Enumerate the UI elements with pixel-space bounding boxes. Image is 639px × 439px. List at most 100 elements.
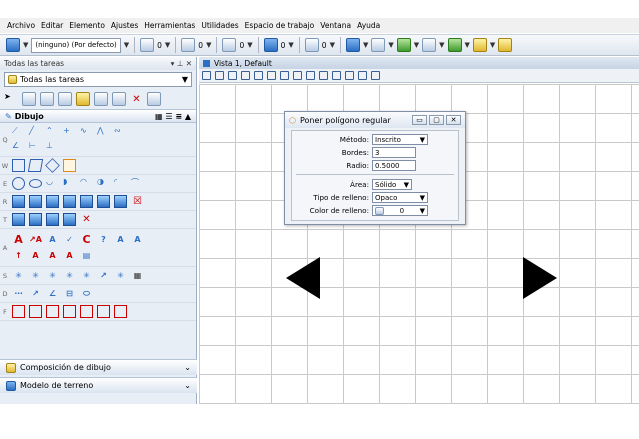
- dropdown-arrow-icon[interactable]: ▼: [206, 41, 211, 49]
- dibujo-section-header[interactable]: ✎ Dibujo ▦ ☰ ≡ ▲: [0, 109, 196, 123]
- bordes-input[interactable]: 3: [372, 147, 416, 158]
- place-note-icon[interactable]: ↗A: [29, 233, 42, 246]
- task-selector[interactable]: Todas las tareas ▼: [4, 72, 192, 87]
- place-text-node-icon[interactable]: ▤: [80, 249, 93, 262]
- place-named-boundary-icon[interactable]: [97, 305, 110, 318]
- place-cell-icon[interactable]: [12, 213, 25, 226]
- dropdown-arrow-icon[interactable]: ▼: [363, 41, 368, 49]
- zoom-out-icon[interactable]: [267, 71, 276, 80]
- text-styles-icon[interactable]: C: [80, 233, 93, 246]
- place-half-ellipse-icon[interactable]: ◗: [63, 177, 76, 190]
- match-text-attributes-icon[interactable]: A: [114, 233, 127, 246]
- attributes-icon[interactable]: [345, 38, 360, 52]
- angle-icon[interactable]: ∠: [12, 141, 25, 154]
- display-style-icon[interactable]: [215, 71, 224, 80]
- minimize-button[interactable]: ▭: [412, 115, 427, 125]
- window-area-icon[interactable]: [280, 71, 289, 80]
- increment-text-icon[interactable]: ↑: [12, 249, 25, 262]
- dimension-table-icon[interactable]: ▦: [131, 269, 144, 282]
- match-pattern-attributes-icon[interactable]: [97, 195, 110, 208]
- display-styles-icon[interactable]: [447, 38, 462, 52]
- delete-icon[interactable]: ✕: [130, 93, 143, 106]
- place-orthogonal-shape-icon[interactable]: [45, 158, 60, 173]
- drop-cell-icon[interactable]: ✕: [80, 213, 93, 226]
- measure-icon[interactable]: [112, 92, 126, 106]
- modify-arc-angle-icon[interactable]: ◜: [114, 177, 127, 190]
- line-style-icon[interactable]: [181, 38, 196, 52]
- change-text-attributes-icon[interactable]: A: [131, 233, 144, 246]
- chevron-down-icon[interactable]: ▼: [182, 75, 188, 84]
- color-icon[interactable]: [140, 38, 155, 52]
- fill-in-enter-data-field-icon[interactable]: A: [63, 249, 76, 262]
- dimension-ordinates-icon[interactable]: ✳: [80, 269, 93, 282]
- place-dimension-angle-icon[interactable]: ∠: [46, 287, 59, 300]
- composicion-de-dibujo-section[interactable]: Composición de dibujo ⌄: [0, 359, 197, 375]
- place-line-icon[interactable]: ╱: [29, 126, 42, 139]
- change-attributes-icon[interactable]: [94, 92, 108, 106]
- place-stream-icon[interactable]: ∿: [80, 126, 93, 139]
- place-plan-callout-icon[interactable]: [63, 305, 76, 318]
- construct-icon[interactable]: ⊢: [29, 141, 42, 154]
- dropdown-arrow-icon[interactable]: ▼: [465, 41, 470, 49]
- hatch-area-icon[interactable]: [12, 195, 25, 208]
- dropdown-arrow-icon[interactable]: ▼: [288, 41, 293, 49]
- copy-view-icon[interactable]: [358, 71, 367, 80]
- raster-icon[interactable]: [422, 38, 437, 52]
- dimension-element-icon[interactable]: ✳: [12, 269, 25, 282]
- metodo-select[interactable]: Inscrito ▼: [372, 134, 428, 145]
- rotate-view-icon[interactable]: [306, 71, 315, 80]
- select-and-place-cell-icon[interactable]: [46, 213, 59, 226]
- place-point-icon[interactable]: +: [63, 126, 76, 139]
- place-arc-icon[interactable]: ◡: [46, 177, 59, 190]
- clip-volume-icon[interactable]: [371, 71, 380, 80]
- place-section-callout-icon[interactable]: [29, 305, 42, 318]
- copy-enter-data-field-icon[interactable]: A: [46, 249, 59, 262]
- lights-icon[interactable]: [498, 38, 513, 52]
- label-line-icon[interactable]: ↗: [97, 269, 110, 282]
- tipo-relleno-select[interactable]: Opaco ▼: [372, 192, 428, 203]
- modify-icon[interactable]: [58, 92, 72, 106]
- place-smartline-icon[interactable]: ⟋: [12, 126, 25, 139]
- dimension-radial-icon[interactable]: ✳: [63, 269, 76, 282]
- menu-espacio-de-trabajo[interactable]: Espacio de trabajo: [242, 21, 318, 30]
- menu-elemento[interactable]: Elemento: [66, 21, 108, 30]
- place-dimension-ellipse-icon[interactable]: ⬭: [80, 287, 93, 300]
- models-icon[interactable]: [371, 38, 386, 52]
- place-drawing-boundary-icon[interactable]: [80, 305, 93, 318]
- pushpin-icon[interactable]: ⊥: [177, 59, 184, 68]
- dropdown-arrow-icon[interactable]: ▼: [23, 41, 28, 49]
- view-next-icon[interactable]: [345, 71, 354, 80]
- section-view-controls[interactable]: ▦ ☰ ≡ ▲: [155, 112, 191, 121]
- dialog-titlebar[interactable]: ⬡ Poner polígono regular ▭ ▢ ✕: [285, 112, 465, 128]
- linear-pattern-icon[interactable]: [63, 195, 76, 208]
- construct-bisector-icon[interactable]: ⊥: [46, 141, 59, 154]
- place-dimension-arc-icon[interactable]: ↗: [29, 287, 42, 300]
- dimension-icon[interactable]: [147, 92, 161, 106]
- select-element-icon[interactable]: ➤: [4, 92, 18, 106]
- menu-editar[interactable]: Editar: [38, 21, 66, 30]
- dimension-angle-icon[interactable]: ✳: [46, 269, 59, 282]
- groups-icon[interactable]: [76, 92, 90, 106]
- fit-view-icon[interactable]: [293, 71, 302, 80]
- place-block-icon[interactable]: [12, 159, 25, 172]
- pan-view-icon[interactable]: [319, 71, 328, 80]
- place-detail-callout-icon[interactable]: [12, 305, 25, 318]
- menu-utilidades[interactable]: Utilidades: [198, 21, 241, 30]
- place-border-icon[interactable]: [114, 305, 127, 318]
- modify-arc-axis-icon[interactable]: ⌒: [131, 177, 144, 190]
- edit-text-icon[interactable]: A: [46, 233, 59, 246]
- change-pattern-icon[interactable]: [114, 195, 127, 208]
- modelo-de-terreno-section[interactable]: Modelo de terreno ⌄: [0, 377, 197, 393]
- pin-icon[interactable]: ▾: [171, 59, 175, 68]
- place-shape-icon[interactable]: [27, 159, 44, 172]
- fence-icon[interactable]: [22, 92, 36, 106]
- dropdown-arrow-icon[interactable]: ▼: [490, 41, 495, 49]
- pattern-area-icon[interactable]: [46, 195, 59, 208]
- view-attributes-icon[interactable]: [202, 71, 211, 80]
- define-cell-origin-icon[interactable]: [63, 213, 76, 226]
- dropdown-arrow-icon[interactable]: ▼: [388, 41, 393, 49]
- place-ellipse-icon[interactable]: [29, 179, 42, 188]
- radio-input[interactable]: 0.5000: [372, 160, 416, 171]
- right-triangle-element[interactable]: [523, 257, 557, 299]
- crosshatch-area-icon[interactable]: [29, 195, 42, 208]
